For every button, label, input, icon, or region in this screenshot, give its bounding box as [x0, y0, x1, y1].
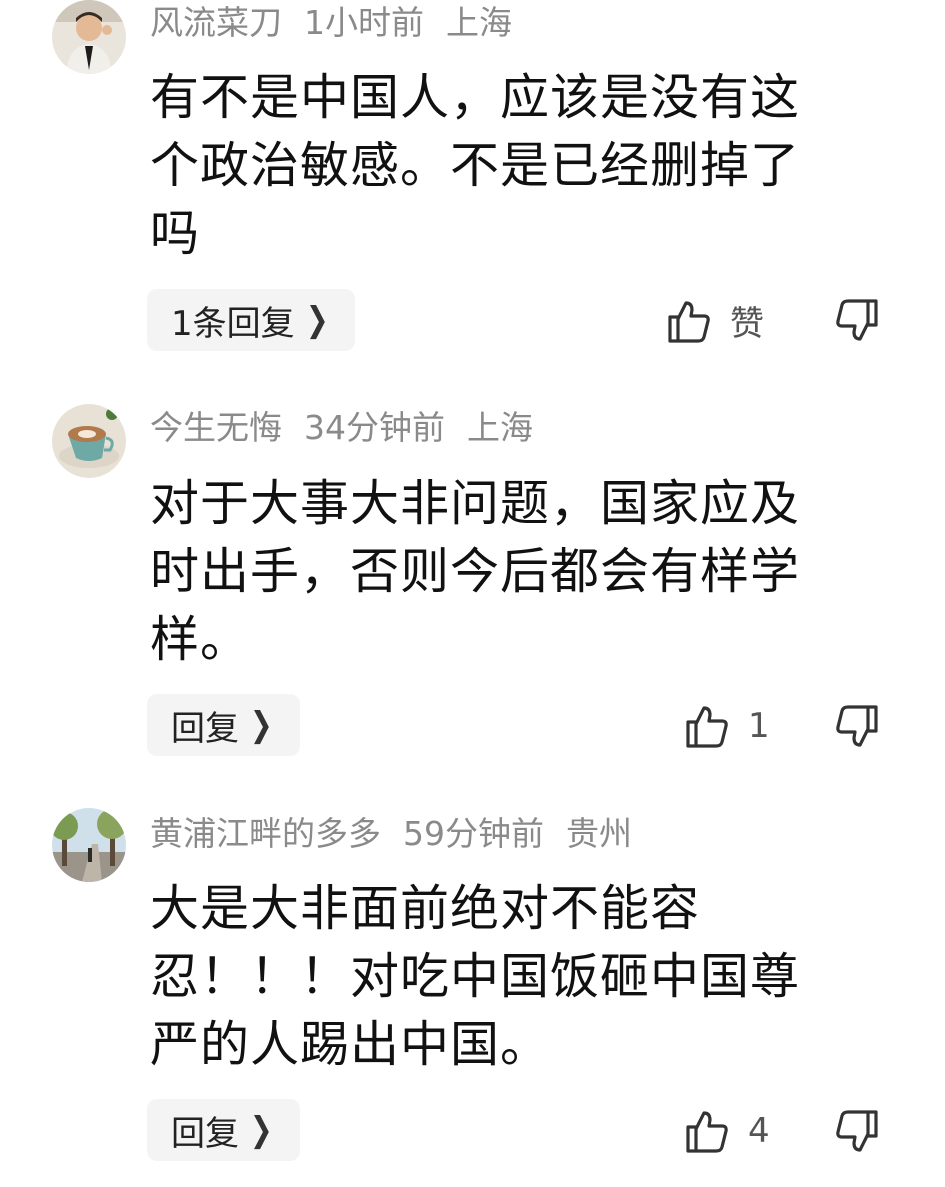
comment-time: 34分钟前 — [304, 408, 445, 447]
child-portrait-avatar-icon — [52, 0, 126, 74]
comment-time: 1小时前 — [304, 3, 424, 42]
reply-label: 回复 — [171, 1113, 239, 1154]
user-avatar[interactable] — [52, 0, 126, 74]
comment-list: 风流菜刀 1小时前 上海 有不是中国人，应该是没有这 个政治敏感。不是已经删掉了 吗… — [0, 0, 945, 1187]
like-button[interactable]: 1 — [682, 702, 770, 750]
dislike-button[interactable] — [834, 1108, 882, 1156]
like-label: 赞 — [730, 304, 764, 344]
comment-text: 大是大非面前绝对不能容 忍！！！对吃中国饭砸中国尊 严的人踢出中国。 — [150, 875, 870, 1079]
comment-meta: 黄浦江畔的多多 59分钟前 贵州 — [150, 817, 654, 850]
comment-location: 上海 — [467, 408, 533, 447]
comment-line: 样。 — [150, 611, 251, 668]
comment-line: 忍！！！对吃中国饭砸中国尊 — [150, 948, 801, 1005]
comment-meta: 风流菜刀 1小时前 上海 — [150, 6, 534, 39]
like-button[interactable]: 4 — [682, 1107, 770, 1155]
like-count: 1 — [748, 706, 770, 746]
username[interactable]: 今生无悔 — [150, 408, 282, 447]
reply-label: 1条回复 — [171, 303, 295, 344]
like-count: 4 — [748, 1111, 770, 1151]
comment-location: 贵州 — [566, 814, 632, 853]
thumbs-down-icon — [836, 705, 878, 747]
thumbs-up-icon — [686, 706, 728, 748]
comment-line: 有不是中国人，应该是没有这 — [150, 69, 801, 126]
coffee-cup-avatar-icon — [52, 404, 126, 478]
comment-meta: 今生无悔 34分钟前 上海 — [150, 411, 555, 444]
comment-location: 上海 — [446, 3, 512, 42]
chevron-right-icon: ❯ — [249, 1110, 273, 1150]
reply-label: 回复 — [171, 708, 239, 749]
dislike-button[interactable] — [834, 703, 882, 751]
street-scene-avatar-icon — [52, 808, 126, 882]
username[interactable]: 风流菜刀 — [150, 3, 282, 42]
reply-button[interactable]: 回复 ❯ — [147, 1099, 300, 1161]
user-avatar[interactable] — [52, 808, 126, 882]
comment-line: 个政治敏感。不是已经删掉了 — [150, 137, 801, 194]
thumbs-down-icon — [836, 1110, 878, 1152]
comment-line: 吗 — [150, 205, 201, 262]
username[interactable]: 黄浦江畔的多多 — [150, 814, 381, 853]
reply-button[interactable]: 回复 ❯ — [147, 694, 300, 756]
like-button[interactable]: 赞 — [664, 296, 764, 345]
view-replies-button[interactable]: 1条回复 ❯ — [147, 289, 356, 351]
comment-text: 对于大事大非问题，国家应及 时出手，否则今后都会有样学 样。 — [150, 470, 870, 674]
comment-time: 59分钟前 — [403, 814, 544, 853]
thumbs-up-icon — [668, 300, 710, 343]
chevron-right-icon: ❯ — [249, 705, 273, 745]
comment-line: 时出手，否则今后都会有样学 — [150, 543, 801, 600]
comment-line: 对于大事大非问题，国家应及 — [150, 475, 801, 532]
chevron-right-icon: ❯ — [305, 300, 329, 340]
dislike-button[interactable] — [834, 297, 882, 345]
thumbs-up-icon — [686, 1111, 728, 1153]
comment-text: 有不是中国人，应该是没有这 个政治敏感。不是已经删掉了 吗 — [150, 64, 870, 268]
user-avatar[interactable] — [52, 404, 126, 478]
thumbs-down-icon — [836, 299, 878, 341]
comment-line: 严的人踢出中国。 — [150, 1016, 551, 1073]
comment-line: 大是大非面前绝对不能容 — [150, 880, 701, 937]
